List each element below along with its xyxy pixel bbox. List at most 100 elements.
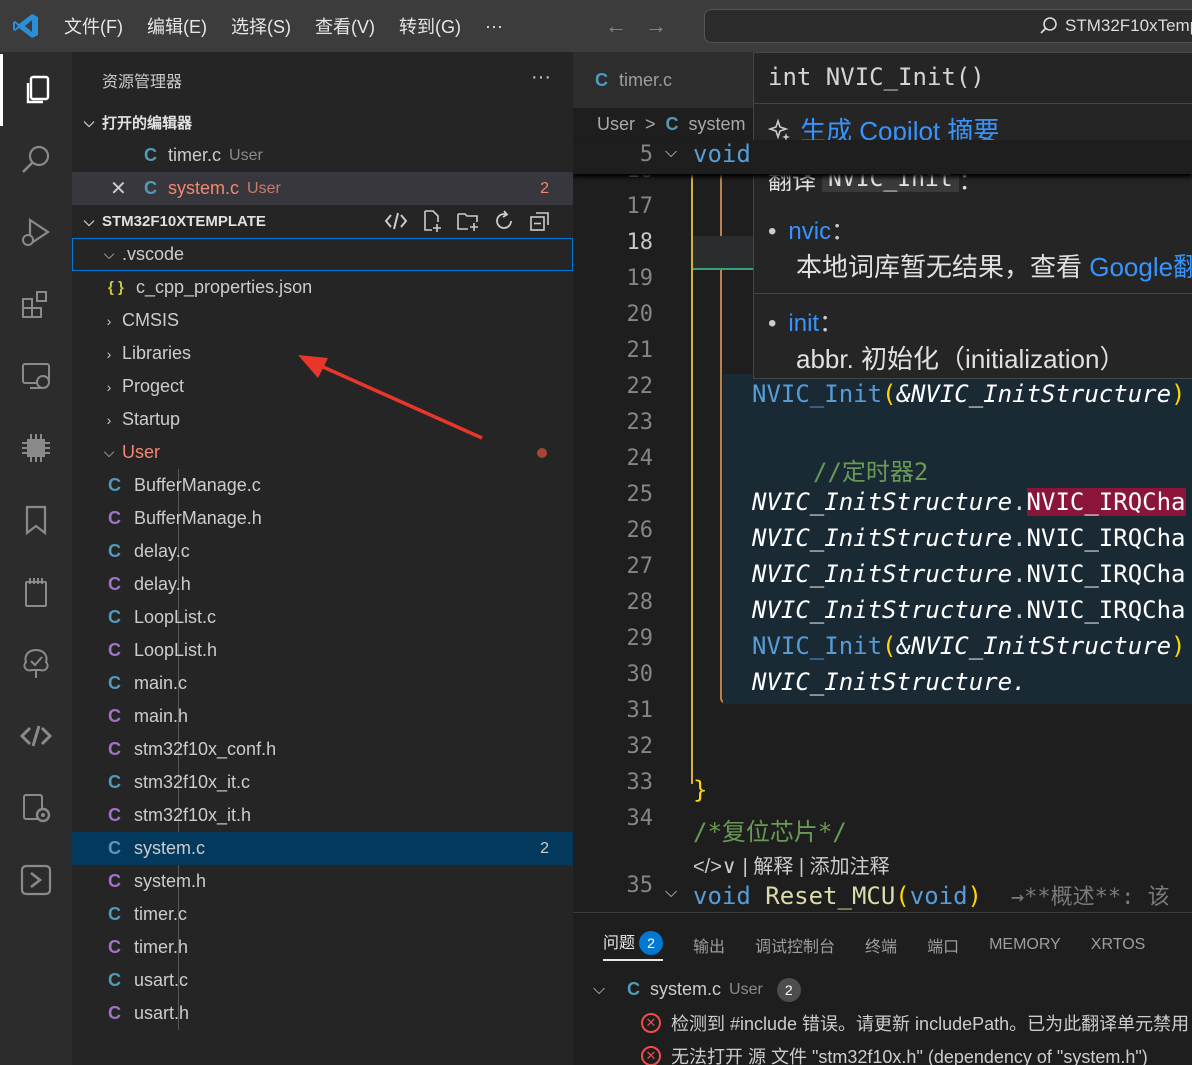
terminal-run-icon[interactable] [0, 844, 72, 916]
tree-file-item[interactable]: C BufferManage.h [72, 502, 573, 535]
divider [754, 103, 1192, 104]
tab-xrtos[interactable]: XRTOS [1091, 936, 1146, 954]
tree-file-item[interactable]: Cstm32f10x_it.c [72, 766, 573, 799]
google-translate-link[interactable]: Google翻译 [1089, 252, 1192, 282]
translation-meaning: abbr. 初始化（initialization） [796, 344, 1126, 374]
tree-file-item[interactable]: Cusart.h [72, 997, 573, 1030]
folder-vscode[interactable]: ⌵ .vscode [72, 238, 573, 271]
chip-icon[interactable] [0, 412, 72, 484]
code-token: NVIC_InitStructure [752, 524, 1013, 552]
close-icon[interactable]: ✕ [110, 176, 134, 201]
menu-view[interactable]: 查看(V) [303, 13, 387, 39]
code-snippet-icon[interactable] [0, 700, 72, 772]
menu-file[interactable]: 文件(F) [52, 13, 135, 39]
code-snippet-icon[interactable] [384, 209, 408, 233]
codelens-icon: </>∨ [693, 856, 737, 878]
tree-file-item[interactable]: C LoopList.h [72, 634, 573, 667]
line-number: 35 [626, 873, 654, 898]
menu-selection[interactable]: 选择(S) [219, 13, 303, 39]
tree-file-item[interactable]: Cusart.c [72, 964, 573, 997]
c-file-icon: C [108, 673, 121, 693]
open-editor-system[interactable]: ✕ C system.c User 2 [72, 172, 573, 205]
explorer-icon[interactable] [0, 54, 72, 126]
line-number: 26 [626, 518, 654, 543]
refresh-icon[interactable] [492, 209, 516, 233]
open-editors-label: 打开的编辑器 [102, 115, 193, 132]
translation-word: init [788, 310, 820, 337]
line-number: 21 [626, 338, 654, 363]
search-icon[interactable] [0, 124, 72, 196]
workspace-header[interactable]: ⌵ STM32F10XTEMPLATE [72, 205, 573, 238]
c-file-icon: C [108, 607, 121, 627]
tree-file-item[interactable]: Cdelay.h [72, 568, 573, 601]
tab-timer-c[interactable]: C timer.c [573, 52, 754, 108]
c-file-icon: C [108, 772, 121, 792]
tree-icon[interactable] [0, 628, 72, 700]
memory-icon[interactable] [0, 556, 72, 628]
sticky-scroll[interactable]: 5 ⌵ void [573, 140, 1192, 174]
tree-file-item[interactable]: Csystem.c 2 [72, 832, 573, 865]
tree-file-item[interactable]: Csystem.h [72, 865, 573, 898]
problem-item[interactable]: ✕ 检测到 #include 错误。请更新 includePath。已为此翻译单… [573, 1006, 1192, 1039]
problem-message: 无法打开 源 文件 "stm32f10x.h" (dependency of "… [671, 1046, 1148, 1065]
open-editor-desc: User [229, 146, 263, 164]
codelens-actions[interactable]: | 解释 | 添加注释 [743, 856, 890, 878]
h-file-icon: C [108, 937, 121, 957]
open-editor-name: timer.c [168, 145, 222, 165]
tab-memory[interactable]: MEMORY [989, 936, 1061, 954]
signature-text: int NVIC_Init() [768, 63, 985, 91]
menu-edit[interactable]: 编辑(E) [135, 13, 219, 39]
new-folder-icon[interactable] [456, 209, 480, 233]
open-editor-timer[interactable]: C timer.c User [72, 139, 573, 172]
h-file-icon: C [108, 706, 121, 726]
problem-count: 2 [540, 179, 549, 197]
code-line-30: NVIC_InitStructure. [752, 668, 1027, 696]
bottom-panel: 问题 2 输出 调试控制台 终端 端口 MEMORY XRTOS ⌵ C syst… [573, 912, 1192, 1065]
tab-ports[interactable]: 端口 [927, 933, 959, 957]
forward-arrow-icon[interactable]: → [645, 13, 667, 39]
chevron-down-icon[interactable]: ⌵ [665, 884, 677, 902]
menu-bar: 文件(F) 编辑(E) 选择(S) 查看(V) 转到(G) ··· [52, 13, 515, 39]
remote-explorer-icon[interactable] [0, 340, 72, 412]
tree-file-item[interactable]: Cdelay.c [72, 535, 573, 568]
tab-output[interactable]: 输出 [693, 933, 725, 957]
code-line-34: /*复位芯片*/ [693, 818, 847, 846]
tree-file-item[interactable]: Cstm32f10x_conf.h [72, 733, 573, 766]
tab-debug-console[interactable]: 调试控制台 [755, 933, 835, 957]
tree-file-item[interactable]: Cmain.c [72, 667, 573, 700]
hover-signature: int NVIC_Init() [768, 63, 985, 91]
run-debug-icon[interactable] [0, 196, 72, 268]
menu-go[interactable]: 转到(G) [387, 13, 473, 39]
c-file-icon: C [108, 904, 121, 924]
problem-file-row[interactable]: ⌵ C system.c User 2 [573, 973, 1192, 1006]
line-number: 17 [626, 194, 654, 219]
tree-file-item[interactable]: Ctimer.h [72, 931, 573, 964]
code-token: NVIC_IRQCha [1026, 488, 1186, 516]
command-center-search[interactable]: STM32F10xTemplate [704, 9, 1192, 43]
more-actions-button[interactable]: ··· [531, 66, 551, 89]
tree-file-item[interactable]: C LoopList.c [72, 601, 573, 634]
menu-more[interactable]: ··· [473, 16, 515, 37]
tab-terminal[interactable]: 终端 [865, 933, 897, 957]
tree-file-item[interactable]: Cmain.h [72, 700, 573, 733]
bookmark-icon[interactable] [0, 484, 72, 556]
tab-problems[interactable]: 问题 2 [603, 929, 664, 961]
settings-code-icon[interactable] [0, 772, 72, 844]
breadcrumb-separator: > [645, 113, 656, 134]
back-arrow-icon[interactable]: ← [605, 13, 627, 39]
tree-file-item[interactable]: Cstm32f10x_it.h [72, 799, 573, 832]
breadcrumb-file[interactable]: system [689, 114, 746, 135]
extensions-icon[interactable] [0, 268, 72, 340]
open-editors-header[interactable]: ⌵ 打开的编辑器 [72, 106, 573, 139]
file-name: usart.h [134, 1003, 190, 1023]
file-name: stm32f10x_it.c [134, 772, 251, 792]
breadcrumb-folder[interactable]: User [597, 114, 635, 135]
error-icon: ✕ [641, 1045, 661, 1065]
collapse-all-icon[interactable] [528, 209, 552, 233]
c-file-icon: C [627, 979, 640, 999]
new-file-icon[interactable] [420, 209, 444, 233]
problem-item[interactable]: ✕ 无法打开 源 文件 "stm32f10x.h" (dependency of… [573, 1039, 1192, 1065]
translation-meaning-nvic: 本地词库暂无结果，查看 Google翻译 [796, 247, 1192, 284]
tree-file-item[interactable]: Ctimer.c [72, 898, 573, 931]
codelens[interactable]: </>∨ | 解释 | 添加注释 [693, 850, 890, 879]
